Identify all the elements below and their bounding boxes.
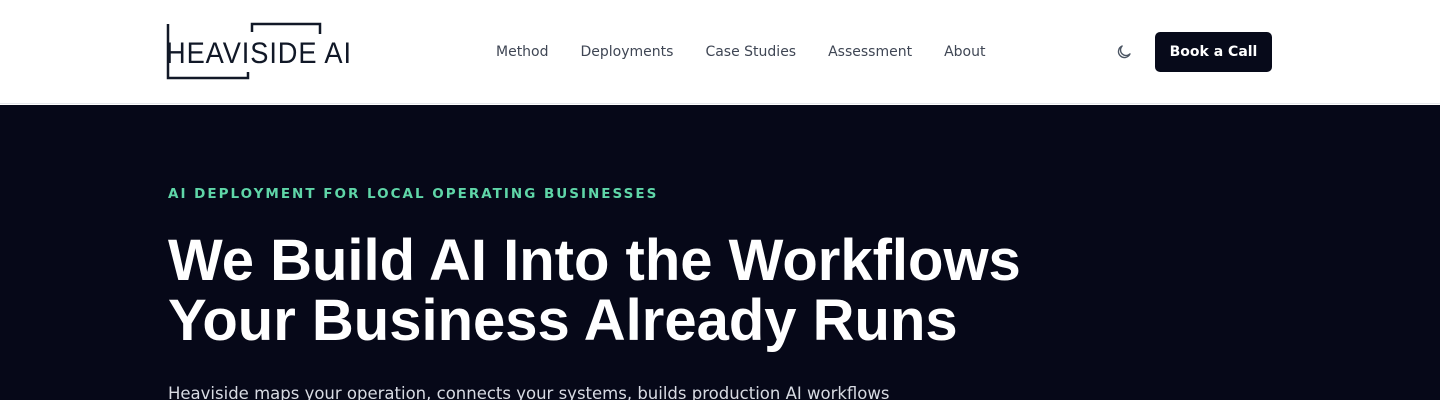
hero-headline: We Build AI Into the Workflows Your Busi… bbox=[168, 231, 1168, 351]
nav-item-assessment[interactable]: Assessment bbox=[812, 44, 928, 60]
logo-wordmark: HEAVISIDE AI bbox=[166, 37, 352, 70]
nav-item-method[interactable]: Method bbox=[480, 44, 565, 60]
nav-item-deployments[interactable]: Deployments bbox=[565, 44, 690, 60]
nav-item-case-studies[interactable]: Case Studies bbox=[689, 44, 812, 60]
book-a-call-button[interactable]: Book a Call bbox=[1155, 32, 1272, 72]
brand-logo[interactable]: HEAVISIDE AI bbox=[166, 22, 356, 82]
theme-toggle-button[interactable] bbox=[1113, 41, 1135, 63]
nav-item-about[interactable]: About bbox=[928, 44, 1001, 60]
hero-section: AI DEPLOYMENT FOR LOCAL OPERATING BUSINE… bbox=[0, 105, 1440, 400]
hero-headline-line-1: We Build AI Into the Workflows bbox=[168, 228, 1021, 293]
hero-subhead: Heaviside maps your operation, connects … bbox=[168, 384, 890, 400]
moon-icon bbox=[1117, 45, 1131, 59]
hero-headline-line-2: Your Business Already Runs bbox=[168, 288, 958, 353]
site-header: HEAVISIDE AI Method Deployments Case Stu… bbox=[0, 0, 1440, 104]
main-nav: Method Deployments Case Studies Assessme… bbox=[480, 0, 1002, 104]
hero-eyebrow: AI DEPLOYMENT FOR LOCAL OPERATING BUSINE… bbox=[168, 186, 659, 202]
heaviside-logo-icon: HEAVISIDE AI bbox=[166, 22, 352, 80]
